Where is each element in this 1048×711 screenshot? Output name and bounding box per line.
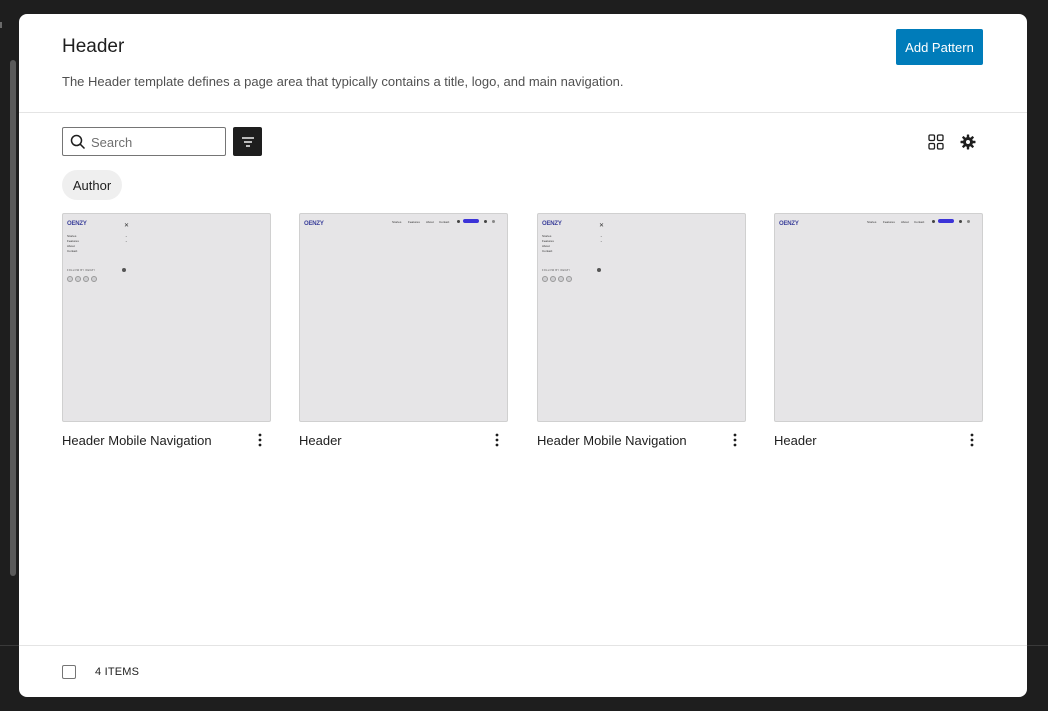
patterns-modal: Header The Header template defines a pag… [19,14,1027,697]
background-divider [1027,645,1048,646]
pattern-preview[interactable]: OENZY Stories Features About Contact [299,213,508,422]
preview-menu-item: Contact [67,249,78,253]
close-icon: ✕ [599,223,605,229]
pattern-preview[interactable]: OENZY ✕ Stories Features About Contact ⌄… [537,213,746,422]
add-pattern-button[interactable]: Add Pattern [896,29,983,65]
filter-button[interactable] [233,127,262,156]
preview-toggle-dot [597,268,601,272]
search-icon [457,220,460,223]
social-icon [91,276,97,282]
preview-icon [484,220,487,223]
select-all-checkbox[interactable] [62,665,76,679]
more-actions-button[interactable] [728,430,742,450]
modal-description: The Header template defines a page area … [62,74,624,89]
gear-icon [960,134,976,150]
preview-nav-item: About [426,220,434,224]
pattern-title[interactable]: Header Mobile Navigation [537,433,687,448]
chevron-down-icon: ⌄ [600,239,603,243]
preview-nav-item: About [901,220,909,224]
more-vertical-icon [733,433,737,447]
background-edge [0,22,2,28]
preview-menu: Stories Features About Contact [67,234,79,254]
items-count: 4 ITEMS [95,666,140,678]
preview-subscribe-button [938,219,954,223]
preview-subscribe-button [463,219,479,223]
more-actions-button[interactable] [490,430,504,450]
preview-menu: Stories Features About Contact [542,234,554,254]
grid-view-button[interactable] [925,131,947,153]
pattern-title[interactable]: Header Mobile Navigation [62,433,212,448]
author-filter-chip[interactable]: Author [62,170,122,200]
preview-follow-text: FOLLOW BY OENZY [542,269,571,272]
preview-nav-item: Stories [867,220,877,224]
pattern-card[interactable]: OENZY ✕ Stories Features About Contact ⌄… [62,213,271,448]
preview-icon [959,220,962,223]
preview-logo: OENZY [67,221,87,227]
pattern-title[interactable]: Header [774,433,817,448]
social-icon [83,276,89,282]
preview-icon [492,220,495,223]
social-icon [566,276,572,282]
preview-nav-item: Features [883,220,895,224]
more-vertical-icon [258,433,262,447]
modal-footer: 4 ITEMS [19,645,1027,697]
social-icon [542,276,548,282]
more-actions-button[interactable] [253,430,267,450]
social-icon [67,276,73,282]
chevron-down-icon: ⌄ [125,239,128,243]
more-actions-button[interactable] [965,430,979,450]
social-icon [75,276,81,282]
pattern-card[interactable]: OENZY Stories Features About Contact Hea… [299,213,508,448]
patterns-grid: OENZY ✕ Stories Features About Contact ⌄… [62,213,984,463]
preview-icon [967,220,970,223]
modal-header: Header The Header template defines a pag… [19,14,1027,113]
grid-view-icon [928,134,944,150]
pattern-card[interactable]: OENZY Stories Features About Contact Hea… [774,213,983,448]
preview-toggle-dot [122,268,126,272]
more-vertical-icon [495,433,499,447]
background-divider [0,645,19,646]
pattern-card[interactable]: OENZY ✕ Stories Features About Contact ⌄… [537,213,746,448]
close-icon: ✕ [124,223,130,229]
preview-nav-item: Contact [439,220,450,224]
pattern-preview[interactable]: OENZY ✕ Stories Features About Contact ⌄… [62,213,271,422]
preview-nav-item: Stories [392,220,402,224]
more-vertical-icon [970,433,974,447]
pattern-title[interactable]: Header [299,433,342,448]
chevron-down-icon: ⌄ [125,234,128,238]
modal-title: Header [62,36,125,57]
preview-follow-text: FOLLOW BY OENZY [67,269,96,272]
pattern-preview[interactable]: OENZY Stories Features About Contact [774,213,983,422]
social-icon [550,276,556,282]
search-icon [70,134,86,150]
preview-logo: OENZY [304,221,324,227]
preview-logo: OENZY [542,221,562,227]
preview-menu-item: Contact [542,249,553,253]
view-settings-button[interactable] [957,131,979,153]
background-scrollbar[interactable] [10,60,16,576]
search-icon [932,220,935,223]
preview-nav-item: Contact [914,220,925,224]
preview-nav-item: Features [408,220,420,224]
search-field[interactable] [62,127,226,156]
chevron-down-icon: ⌄ [600,234,603,238]
filter-icon [241,136,254,147]
social-icon [558,276,564,282]
preview-logo: OENZY [779,221,799,227]
search-input[interactable] [91,132,221,152]
